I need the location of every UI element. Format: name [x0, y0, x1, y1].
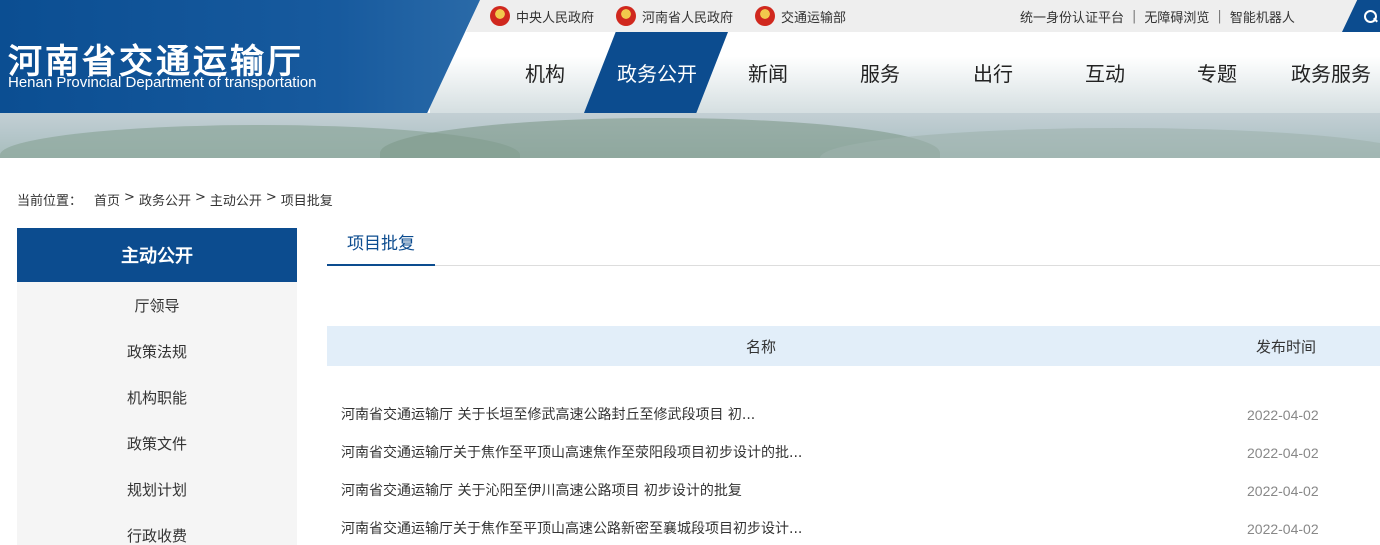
column-header-date: 发布时间 — [1255, 337, 1316, 356]
accessibility-link[interactable]: 无障碍浏览 — [1144, 7, 1209, 26]
national-emblem-icon — [490, 6, 510, 26]
separator: | — [1132, 8, 1137, 24]
row-date: 2022-04-02 — [1247, 407, 1319, 423]
gov-link-henan[interactable]: 河南省人民政府 — [616, 6, 733, 26]
main-content: 项目批复 名称 发布时间 河南省交通运输厅 关于长垣至修武高速公路封丘至修武段项… — [327, 228, 1380, 537]
breadcrumb-item-current[interactable]: 项目批复 — [281, 190, 333, 209]
sidebar-item-planning[interactable]: 规划计划 — [17, 466, 297, 512]
table-row: 河南省交通运输厅关于焦作至平顶山高速焦作至荥阳段项目初步设计的批... 2022… — [327, 434, 1380, 472]
breadcrumb-separator: > — [265, 190, 277, 205]
row-date: 2022-04-02 — [1247, 483, 1319, 499]
document-list: 河南省交通运输厅 关于长垣至修武高速公路封丘至修武段项目 初... 2022-0… — [327, 396, 1380, 545]
nav-item-xinwen[interactable]: 新闻 — [733, 32, 803, 113]
national-emblem-icon — [755, 6, 776, 26]
nav-item-zhengwufuwu[interactable]: 政务服务 — [1285, 32, 1377, 113]
breadcrumb-prefix: 当前位置： — [17, 194, 83, 209]
sidebar-item-fees[interactable]: 行政收费 — [17, 512, 297, 545]
site-title-en: Henan Provincial Department of transport… — [8, 74, 317, 91]
gov-link-central[interactable]: 中央人民政府 — [490, 6, 594, 26]
gov-link-label: 交通运输部 — [781, 10, 847, 26]
nav-item-jigou[interactable]: 机构 — [510, 32, 580, 113]
sidebar-item-regulations[interactable]: 政策法规 — [17, 328, 297, 374]
nav-item-chuxing[interactable]: 出行 — [958, 32, 1028, 113]
robot-link[interactable]: 智能机器人 — [1230, 7, 1295, 26]
nav-item-fuwu[interactable]: 服务 — [845, 32, 915, 113]
table-row: 河南省交通运输厅关于焦作至平顶山高速公路新密至襄城段项目初步设计... 2022… — [327, 510, 1380, 545]
sidebar: 主动公开 厅领导 政策法规 机构职能 政策文件 规划计划 行政收费 — [17, 228, 297, 545]
row-date: 2022-04-02 — [1247, 521, 1319, 537]
row-title-link[interactable]: 河南省交通运输厅 关于沁阳至伊川高速公路项目 初步设计的批复 — [341, 472, 742, 510]
breadcrumb-separator: > — [124, 190, 135, 205]
nav-item-zhuanti[interactable]: 专题 — [1182, 32, 1252, 113]
separator: | — [1217, 8, 1222, 24]
row-title-link[interactable]: 河南省交通运输厅关于焦作至平顶山高速公路新密至襄城段项目初步设计... — [341, 510, 802, 545]
sidebar-item-leaders[interactable]: 厅领导 — [17, 282, 297, 328]
sidebar-item-functions[interactable]: 机构职能 — [17, 374, 297, 420]
tab-project-approval[interactable]: 项目批复 — [327, 228, 435, 266]
table-row: 河南省交通运输厅 关于长垣至修武高速公路封丘至修武段项目 初... 2022-0… — [327, 396, 1380, 434]
gov-link-ministry[interactable]: 交通运输部 — [755, 6, 846, 26]
utility-links: 统一身份认证平台 | 无障碍浏览 | 智能机器人 — [1020, 0, 1295, 32]
row-title-link[interactable]: 河南省交通运输厅关于焦作至平顶山高速焦作至荥阳段项目初步设计的批... — [341, 434, 802, 472]
breadcrumb-separator: > — [194, 190, 206, 205]
gov-link-label: 中央人民政府 — [516, 10, 595, 26]
breadcrumb-item-home[interactable]: 首页 — [94, 190, 120, 209]
gov-link-label: 河南省人民政府 — [642, 10, 734, 26]
breadcrumb-item-zhudong[interactable]: 主动公开 — [210, 190, 262, 209]
nav-item-zhengwugongkai[interactable]: 政务公开 — [603, 32, 711, 113]
sidebar-item-policy-docs[interactable]: 政策文件 — [17, 420, 297, 466]
tab-bar: 项目批复 — [327, 228, 1380, 266]
breadcrumb-item-zhengwu[interactable]: 政务公开 — [139, 190, 191, 209]
sidebar-title: 主动公开 — [17, 228, 297, 282]
table-row: 河南省交通运输厅 关于沁阳至伊川高速公路项目 初步设计的批复 2022-04-0… — [327, 472, 1380, 510]
site-logo-block[interactable]: 河南省交通运输厅 Henan Provincial Department of … — [0, 0, 480, 113]
search-icon — [1364, 9, 1377, 23]
table-header: 名称 发布时间 — [327, 326, 1380, 366]
site-header: 河南省交通运输厅 Henan Provincial Department of … — [0, 0, 1380, 158]
row-title-link[interactable]: 河南省交通运输厅 关于长垣至修武高速公路封丘至修武段项目 初... — [341, 396, 755, 434]
breadcrumb: 当前位置： 首页 > 政务公开 > 主动公开 > 项目批复 — [17, 190, 333, 209]
row-date: 2022-04-02 — [1247, 445, 1319, 461]
nav-item-hudong[interactable]: 互动 — [1070, 32, 1140, 113]
identity-platform-link[interactable]: 统一身份认证平台 — [1020, 7, 1124, 26]
gov-links: 中央人民政府 河南省人民政府 交通运输部 — [490, 0, 868, 32]
column-header-name: 名称 — [745, 337, 776, 356]
national-emblem-icon — [616, 6, 637, 26]
